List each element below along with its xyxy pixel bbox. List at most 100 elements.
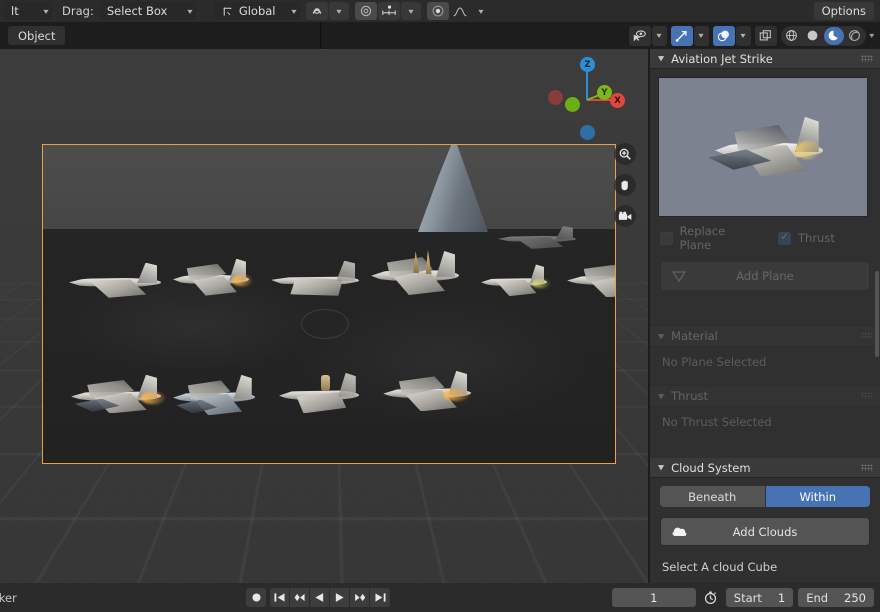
visibility-dropdown-caret[interactable]: ▾ bbox=[652, 26, 667, 46]
section-title-aviation: Aviation Jet Strike bbox=[671, 52, 773, 66]
snap-dropdown-caret[interactable]: ▾ bbox=[329, 2, 349, 20]
play-icon[interactable] bbox=[330, 588, 350, 607]
proportional-edit-icon[interactable] bbox=[355, 2, 377, 20]
overlays-toggle-icon[interactable] bbox=[713, 26, 735, 46]
jump-to-end-icon[interactable] bbox=[370, 588, 390, 607]
jet-r2-4[interactable] bbox=[383, 369, 471, 415]
editor-tab-object[interactable]: Object bbox=[8, 26, 65, 45]
shading-solid-icon[interactable] bbox=[803, 27, 823, 45]
jet-r1-2[interactable] bbox=[173, 257, 249, 299]
zoom-icon[interactable] bbox=[614, 143, 636, 165]
thrust-checkbox-row[interactable]: ✓ Thrust bbox=[768, 224, 845, 250]
shading-rendered-icon[interactable] bbox=[845, 27, 865, 45]
cloud-icon bbox=[671, 525, 689, 538]
add-clouds-label: Add Clouds bbox=[733, 525, 798, 539]
box-select-region[interactable] bbox=[42, 144, 616, 464]
section-header-material[interactable]: ▼ Material bbox=[650, 325, 880, 347]
pan-hand-icon[interactable] bbox=[614, 174, 636, 196]
jet-r1-3[interactable] bbox=[271, 259, 359, 299]
panel-grip-icon bbox=[861, 464, 873, 471]
transform-orientation-dropdown[interactable]: Global ▾ bbox=[214, 2, 300, 20]
gizmo-axis-neg-y[interactable] bbox=[565, 97, 580, 112]
pivot-point-icon[interactable] bbox=[427, 2, 449, 20]
jet-r1-5[interactable] bbox=[481, 263, 547, 299]
jet-r2-3[interactable] bbox=[279, 371, 359, 417]
toggle-beneath[interactable]: Beneath bbox=[660, 486, 765, 507]
gizmo-axis-x[interactable]: X bbox=[610, 93, 625, 108]
panel-scrollbar[interactable] bbox=[875, 271, 879, 357]
chevron-down-icon: ▾ bbox=[741, 31, 746, 40]
overlays-group: ▾ bbox=[713, 26, 751, 46]
shading-dropdown-caret[interactable]: ▾ bbox=[869, 31, 877, 40]
cloud-system-body: Beneath Within Add Clouds Select A cloud… bbox=[650, 478, 880, 574]
gizmo-dropdown-caret[interactable]: ▾ bbox=[694, 26, 709, 46]
start-frame-field[interactable]: Start 1 bbox=[726, 588, 793, 607]
section-header-cloud-system[interactable]: ▼ Cloud System bbox=[650, 458, 880, 478]
check-icon: ✓ bbox=[780, 233, 788, 243]
shading-material-preview-icon[interactable] bbox=[824, 27, 844, 45]
jet-r2-1[interactable] bbox=[71, 373, 161, 417]
chevron-down-icon: ▾ bbox=[657, 31, 662, 40]
mode-dropdown[interactable]: lt ▾ bbox=[4, 2, 52, 20]
replace-plane-checkbox[interactable] bbox=[660, 232, 673, 245]
viewport-header: Object ▾ bbox=[0, 22, 880, 49]
current-frame-field[interactable]: 1 bbox=[612, 588, 696, 607]
jet-r1-4[interactable] bbox=[371, 249, 459, 299]
section-title-material: Material bbox=[671, 329, 718, 343]
collapse-triangle-icon: ▼ bbox=[658, 392, 664, 400]
gizmo-axis-neg-x[interactable] bbox=[548, 90, 563, 105]
jet-r2-2[interactable] bbox=[173, 373, 255, 419]
section-title-thrust: Thrust bbox=[671, 389, 708, 403]
end-frame-field[interactable]: End 250 bbox=[798, 588, 874, 607]
add-clouds-button[interactable]: Add Clouds bbox=[660, 517, 870, 546]
dimmed-controls-zone: Replace Plane ✓ Thrust Add Plane ▼ Mat bbox=[650, 217, 880, 437]
section-header-thrust[interactable]: ▼ Thrust bbox=[650, 385, 880, 407]
jump-to-start-icon[interactable] bbox=[270, 588, 290, 607]
jet-r1-1[interactable] bbox=[69, 261, 161, 301]
snap-magnet-icon[interactable] bbox=[306, 2, 328, 20]
replace-plane-checkbox-row[interactable]: Replace Plane bbox=[650, 217, 768, 257]
smooth-falloff-icon[interactable] bbox=[450, 2, 470, 20]
properties-panel: ▼ Aviation Jet Strike Rep bbox=[650, 49, 880, 583]
play-reverse-icon[interactable] bbox=[310, 588, 330, 607]
navigation-gizmo[interactable]: Z Y X bbox=[548, 55, 626, 133]
thrust-note: No Thrust Selected bbox=[650, 407, 880, 437]
shading-wireframe-icon[interactable] bbox=[782, 27, 802, 45]
panel-grip-icon bbox=[861, 332, 873, 339]
cloud-system-note: Select A cloud Cube bbox=[650, 550, 880, 574]
dropdown-triangle-icon bbox=[671, 269, 687, 283]
collapse-triangle-icon: ▼ bbox=[658, 55, 664, 63]
prev-keyframe-icon[interactable] bbox=[290, 588, 310, 607]
drag-mode-dropdown[interactable]: Select Box ▾ bbox=[100, 2, 196, 20]
xray-toggle-icon[interactable] bbox=[755, 26, 777, 46]
gizmo-axis-z[interactable]: Z bbox=[580, 57, 595, 72]
chevron-down-icon: ▾ bbox=[699, 31, 704, 40]
proportional-dropdown-caret[interactable]: ▾ bbox=[401, 2, 421, 20]
toggle-within[interactable]: Within bbox=[766, 486, 871, 507]
frame-range-controls: 1 Start 1 End 250 bbox=[612, 588, 874, 607]
falloff-dropdown-caret[interactable]: ▾ bbox=[471, 2, 491, 20]
gizmo-axis-neg-z[interactable] bbox=[580, 125, 595, 140]
end-label: End bbox=[806, 591, 828, 605]
section-header-aviation[interactable]: ▼ Aviation Jet Strike bbox=[650, 49, 880, 69]
options-button[interactable]: Options bbox=[814, 2, 874, 20]
next-keyframe-icon[interactable] bbox=[350, 588, 370, 607]
gizmo-toggle-icon[interactable] bbox=[671, 26, 693, 46]
3d-viewport[interactable]: Z Y X bbox=[0, 49, 648, 583]
object-visibility-icon[interactable] bbox=[629, 26, 651, 46]
camera-icon[interactable] bbox=[614, 205, 636, 227]
collapse-triangle-icon: ▼ bbox=[658, 332, 664, 340]
transport-button-group bbox=[270, 588, 390, 607]
mode-dropdown-label: lt bbox=[11, 4, 19, 18]
jet-distant bbox=[498, 225, 576, 251]
overlays-dropdown-caret[interactable]: ▾ bbox=[736, 26, 751, 46]
add-plane-button[interactable]: Add Plane bbox=[660, 261, 870, 291]
record-icon[interactable] bbox=[246, 588, 266, 607]
pivot-group: ▾ bbox=[427, 2, 491, 20]
gizmo-axis-line-z bbox=[586, 68, 588, 100]
stopwatch-icon[interactable] bbox=[701, 590, 721, 605]
thrust-checkbox[interactable]: ✓ bbox=[778, 232, 791, 245]
jet-r1-6[interactable] bbox=[567, 257, 616, 301]
proportional-size-icon[interactable] bbox=[378, 2, 400, 20]
toggle-within-label: Within bbox=[799, 490, 836, 504]
